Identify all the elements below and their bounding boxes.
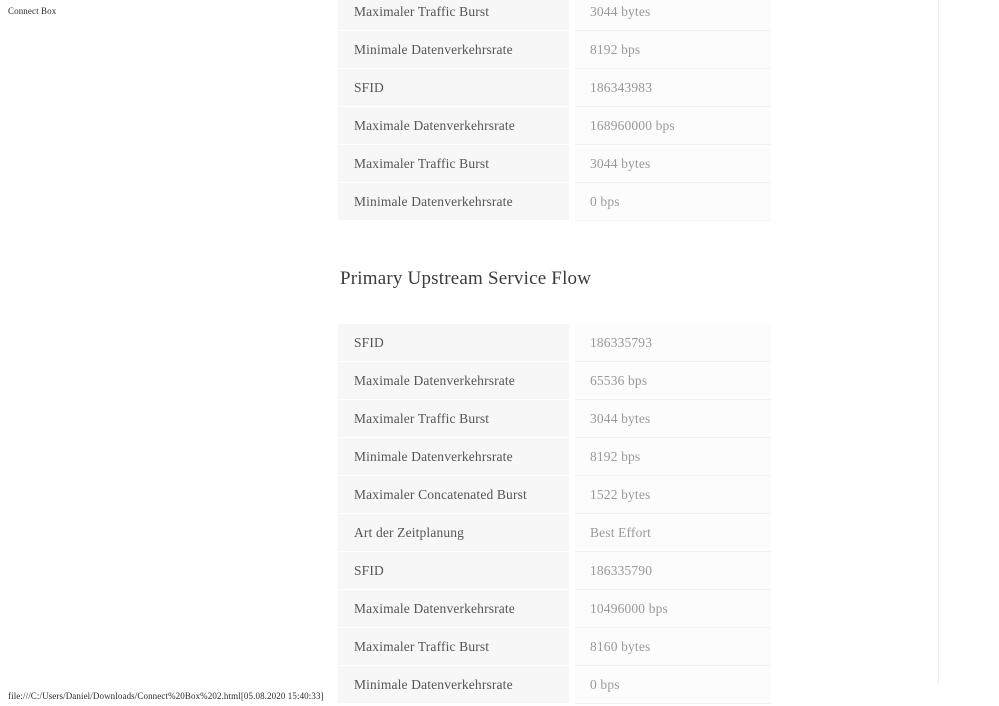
table-row: Minimale Datenverkehrsrate 8192 bps: [338, 438, 771, 476]
row-value: 8192 bps: [575, 31, 771, 69]
table-body-1: SFID 186335793 Maximale Datenverkehrsrate 6…: [338, 324, 771, 704]
row-label: Art der Zeitplanung: [338, 514, 575, 552]
page-content: Maximaler Traffic Burst 3044 bytes Minimal…: [338, 0, 771, 704]
row-label: Minimale Datenverkehrsrate: [338, 31, 575, 69]
row-value: 8192 bps: [575, 438, 771, 476]
table-row: Maximaler Traffic Burst 8160 bytes: [338, 628, 771, 666]
row-value: 3044 bytes: [575, 145, 771, 183]
row-value: 10496000 bps: [575, 590, 771, 628]
print-footer-path: file:///C:/Users/Daniel/Downloads/Connec…: [8, 691, 324, 701]
row-label: Minimale Datenverkehrsrate: [338, 438, 575, 476]
row-value: 1522 bytes: [575, 476, 771, 514]
table-row: Art der Zeitplanung Best Effort: [338, 514, 771, 552]
table-row: SFID 186335793: [338, 324, 771, 362]
service-flow-table: SFID 186335793 Maximale Datenverkehrsrate 6…: [338, 324, 771, 704]
row-label: Maximale Datenverkehrsrate: [338, 590, 575, 628]
row-label: Maximale Datenverkehrsrate: [338, 362, 575, 400]
table-row: Maximaler Traffic Burst 3044 bytes: [338, 400, 771, 438]
print-header-title: Connect Box: [8, 6, 57, 16]
table-row: Maximale Datenverkehrsrate 168960000 bps: [338, 107, 771, 145]
row-value: 186343983: [575, 69, 771, 107]
table-row: SFID 186343983: [338, 69, 771, 107]
row-label: SFID: [338, 552, 575, 590]
row-label: Minimale Datenverkehrsrate: [338, 666, 575, 704]
row-value: 168960000 bps: [575, 107, 771, 145]
table-row: Minimale Datenverkehrsrate 0 bps: [338, 183, 771, 221]
row-label: SFID: [338, 324, 575, 362]
row-value: 3044 bytes: [575, 400, 771, 438]
row-value: 3044 bytes: [575, 0, 771, 31]
page-frame: Connect Box Maximaler Traffic Burst 3044 …: [0, 0, 939, 704]
row-label: Maximale Datenverkehrsrate: [338, 107, 575, 145]
row-label: Maximaler Concatenated Burst: [338, 476, 575, 514]
row-value: 186335790: [575, 552, 771, 590]
table-row: Maximaler Traffic Burst 3044 bytes: [338, 145, 771, 183]
table-row: Maximaler Traffic Burst 3044 bytes: [338, 0, 771, 31]
row-value: 0 bps: [575, 666, 771, 704]
row-value: 65536 bps: [575, 362, 771, 400]
row-label: Maximaler Traffic Burst: [338, 628, 575, 666]
section-downstream-service-flow-continued: Maximaler Traffic Burst 3044 bytes Minimal…: [338, 0, 771, 221]
row-label: Maximaler Traffic Burst: [338, 400, 575, 438]
service-flow-table: Maximaler Traffic Burst 3044 bytes Minimal…: [338, 0, 771, 221]
table-row: Maximaler Concatenated Burst 1522 bytes: [338, 476, 771, 514]
row-label: Maximaler Traffic Burst: [338, 0, 575, 31]
table-row: SFID 186335790: [338, 552, 771, 590]
table-row: Minimale Datenverkehrsrate 0 bps: [338, 666, 771, 704]
row-value: Best Effort: [575, 514, 771, 552]
row-value: 8160 bytes: [575, 628, 771, 666]
section-primary-upstream-service-flow: Primary Upstream Service Flow SFID 186335…: [338, 267, 771, 704]
row-value: 0 bps: [575, 183, 771, 221]
row-value: 186335793: [575, 324, 771, 362]
row-label: Maximaler Traffic Burst: [338, 145, 575, 183]
page-title: Primary Upstream Service Flow: [340, 268, 592, 289]
row-label: Minimale Datenverkehrsrate: [338, 183, 575, 221]
table-row: Maximale Datenverkehrsrate 65536 bps: [338, 362, 771, 400]
row-label: SFID: [338, 69, 575, 107]
table-body-0: Maximaler Traffic Burst 3044 bytes Minimal…: [338, 0, 771, 221]
table-row: Minimale Datenverkehrsrate 8192 bps: [338, 31, 771, 69]
table-row: Maximale Datenverkehrsrate 10496000 bps: [338, 590, 771, 628]
